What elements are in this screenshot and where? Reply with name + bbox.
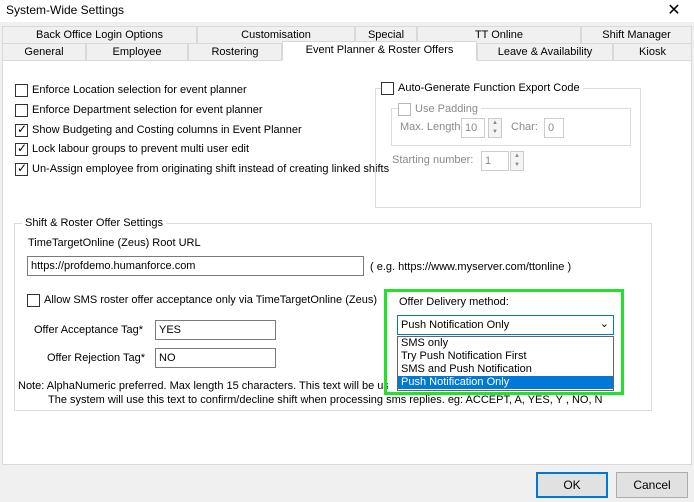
root-url-label: TimeTargetOnline (Zeus) Root URL [28,237,201,249]
checkbox-box[interactable] [381,81,394,95]
checkbox-label: Show Budgeting and Costing columns in Ev… [32,124,302,136]
acceptance-tag-input[interactable]: YES [155,320,276,340]
tab-event-planner-roster-offers[interactable]: Event Planner & Roster Offers [282,41,477,61]
tab-general[interactable]: General [2,43,86,61]
checkbox-label: Use Padding [415,103,478,115]
checkbox-label: Enforce Department selection for event p… [32,104,263,116]
tab-leave-availability[interactable]: Leave & Availability [477,43,613,61]
checkbox-box[interactable] [15,141,28,156]
title-bar: System-Wide Settings ✕ [0,0,694,22]
checkbox-box[interactable] [398,102,411,116]
max-length-label: Max. Length: [400,121,464,133]
enforce-department-checkbox[interactable]: Enforce Department selection for event p… [15,102,263,118]
acceptance-tag-label: Offer Acceptance Tag* [34,324,144,336]
roster-offer-group-label: Shift & Roster Offer Settings [22,217,166,229]
max-length-spinner[interactable]: ▲ ▼ [488,118,502,138]
char-input[interactable]: 0 [544,118,564,138]
tab-employee[interactable]: Employee [86,43,188,61]
lock-labour-groups-checkbox[interactable]: Lock labour groups to prevent multi user… [15,141,249,157]
cancel-button[interactable]: Cancel [616,472,688,498]
note-line-2: The system will use this text to confirm… [48,394,603,406]
auto-generate-checkbox[interactable]: Auto-Generate Function Export Code [381,80,583,96]
close-icon[interactable]: ✕ [664,1,684,21]
rejection-tag-input[interactable]: NO [155,348,276,368]
starting-number-label: Starting number: [392,154,474,166]
checkbox-box[interactable] [15,103,28,117]
highlight-box [384,289,624,395]
show-budgeting-checkbox[interactable]: Show Budgeting and Costing columns in Ev… [15,122,302,138]
starting-number-spinner[interactable]: ▲ ▼ [510,151,524,171]
checkbox-label: Allow SMS roster offer acceptance only v… [44,294,377,306]
window-title: System-Wide Settings [6,3,125,17]
checkbox-label: Auto-Generate Function Export Code [398,82,580,94]
checkbox-box[interactable] [15,83,28,97]
tab-kiosk[interactable]: Kiosk [613,43,692,61]
tab-shift-manager[interactable]: Shift Manager [581,26,692,44]
max-length-input[interactable]: 10 [461,118,485,138]
tab-rostering[interactable]: Rostering [188,43,282,61]
checkbox-box[interactable] [15,161,28,176]
checkbox-box[interactable] [15,122,28,137]
root-url-input[interactable]: https://profdemo.humanforce.com [27,256,364,276]
checkbox-label: Lock labour groups to prevent multi user… [32,143,250,155]
unassign-employee-checkbox[interactable]: Un-Assign employee from originating shif… [15,161,389,177]
checkbox-label: Un-Assign employee from originating shif… [32,163,390,175]
tab-back-office-login-options[interactable]: Back Office Login Options [2,26,197,44]
use-padding-checkbox[interactable]: Use Padding [398,101,481,117]
checkbox-label: Enforce Location selection for event pla… [32,84,247,96]
ok-button[interactable]: OK [536,472,608,498]
char-label: Char: [511,121,538,133]
note-line-1: Note: AlphaNumeric preferred. Max length… [18,380,416,392]
allow-sms-checkbox[interactable]: Allow SMS roster offer acceptance only v… [27,292,377,308]
starting-number-input[interactable]: 1 [481,151,509,171]
checkbox-box[interactable] [27,293,40,307]
rejection-tag-label: Offer Rejection Tag* [47,352,146,364]
root-url-example: ( e.g. https://www.myserver.com/ttonline… [370,261,572,273]
enforce-location-checkbox[interactable]: Enforce Location selection for event pla… [15,82,247,98]
